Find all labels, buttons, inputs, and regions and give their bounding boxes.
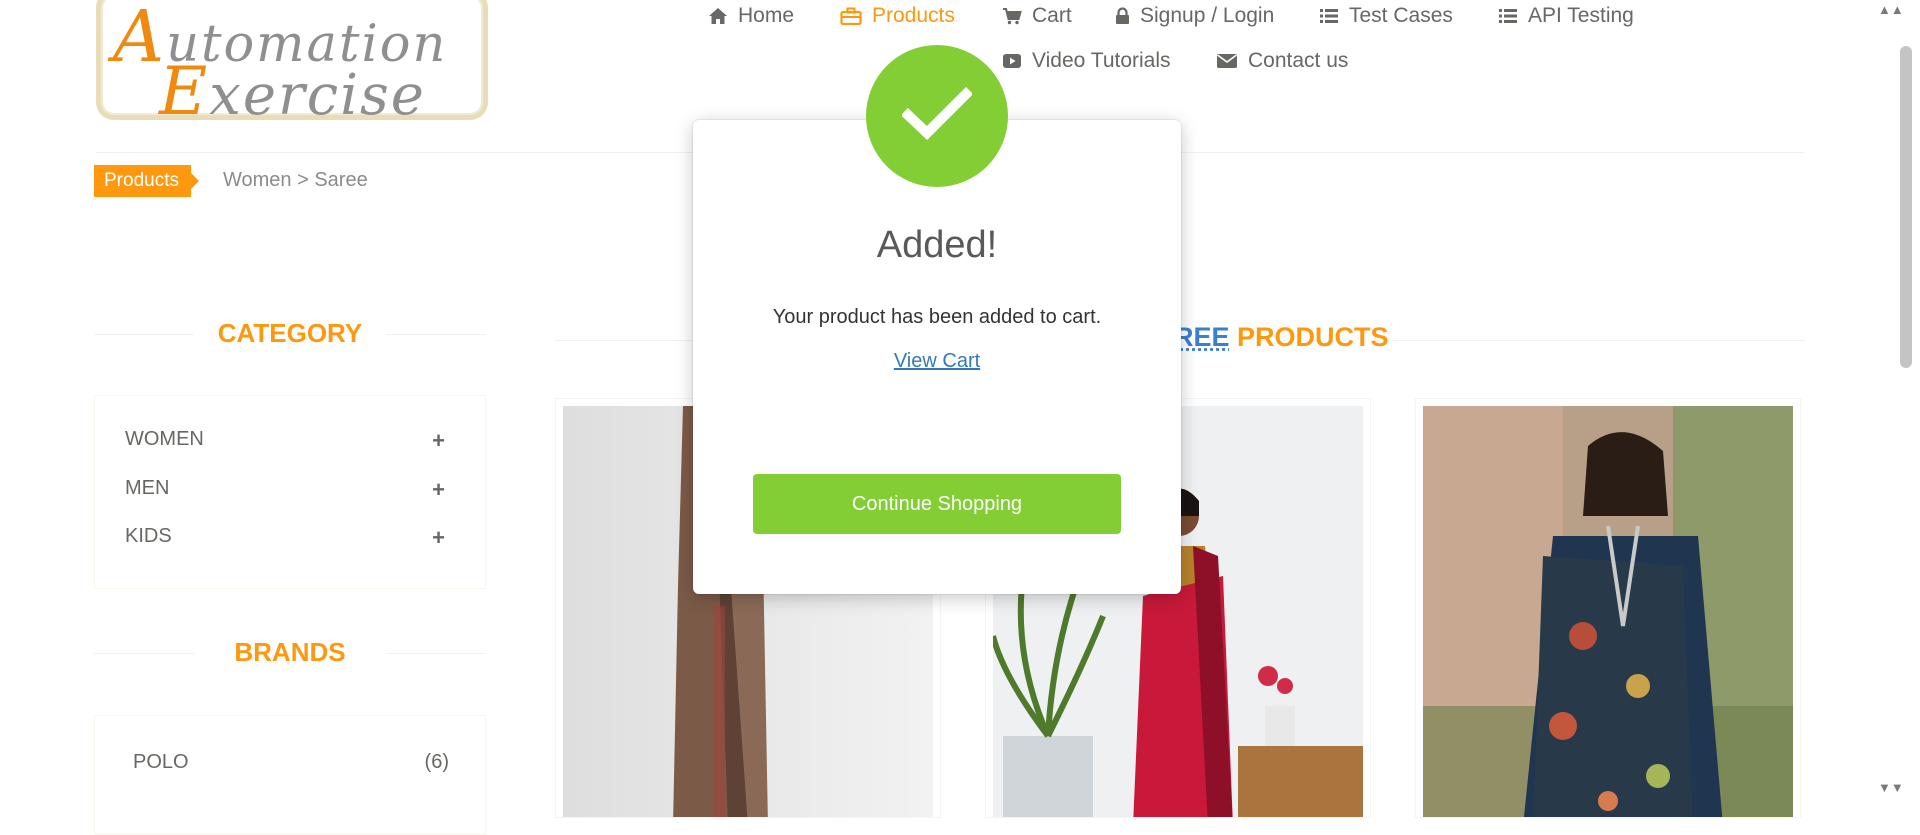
continue-shopping-button[interactable]: Continue Shopping bbox=[753, 474, 1121, 534]
modal-message: Your product has been added to cart. bbox=[772, 306, 1102, 328]
scrollbar-thumb[interactable] bbox=[1900, 46, 1912, 368]
modal-title: Added! bbox=[876, 224, 998, 266]
modal-link-wrap: View Cart bbox=[693, 350, 1181, 373]
added-to-cart-modal: Added! Your product has been added to ca… bbox=[693, 120, 1181, 594]
scroll-up-arrow-icon[interactable]: ▲▲ bbox=[1878, 2, 1904, 17]
page-scrollbar[interactable]: ▲▲ ▼▼ bbox=[1874, 0, 1920, 800]
scroll-down-arrow-icon[interactable]: ▼▼ bbox=[1878, 780, 1904, 795]
view-cart-link[interactable]: View Cart bbox=[894, 350, 980, 372]
modal-overlay: Added! Your product has been added to ca… bbox=[0, 0, 1874, 800]
success-check-badge bbox=[866, 45, 1008, 187]
checkmark-icon bbox=[900, 86, 974, 146]
